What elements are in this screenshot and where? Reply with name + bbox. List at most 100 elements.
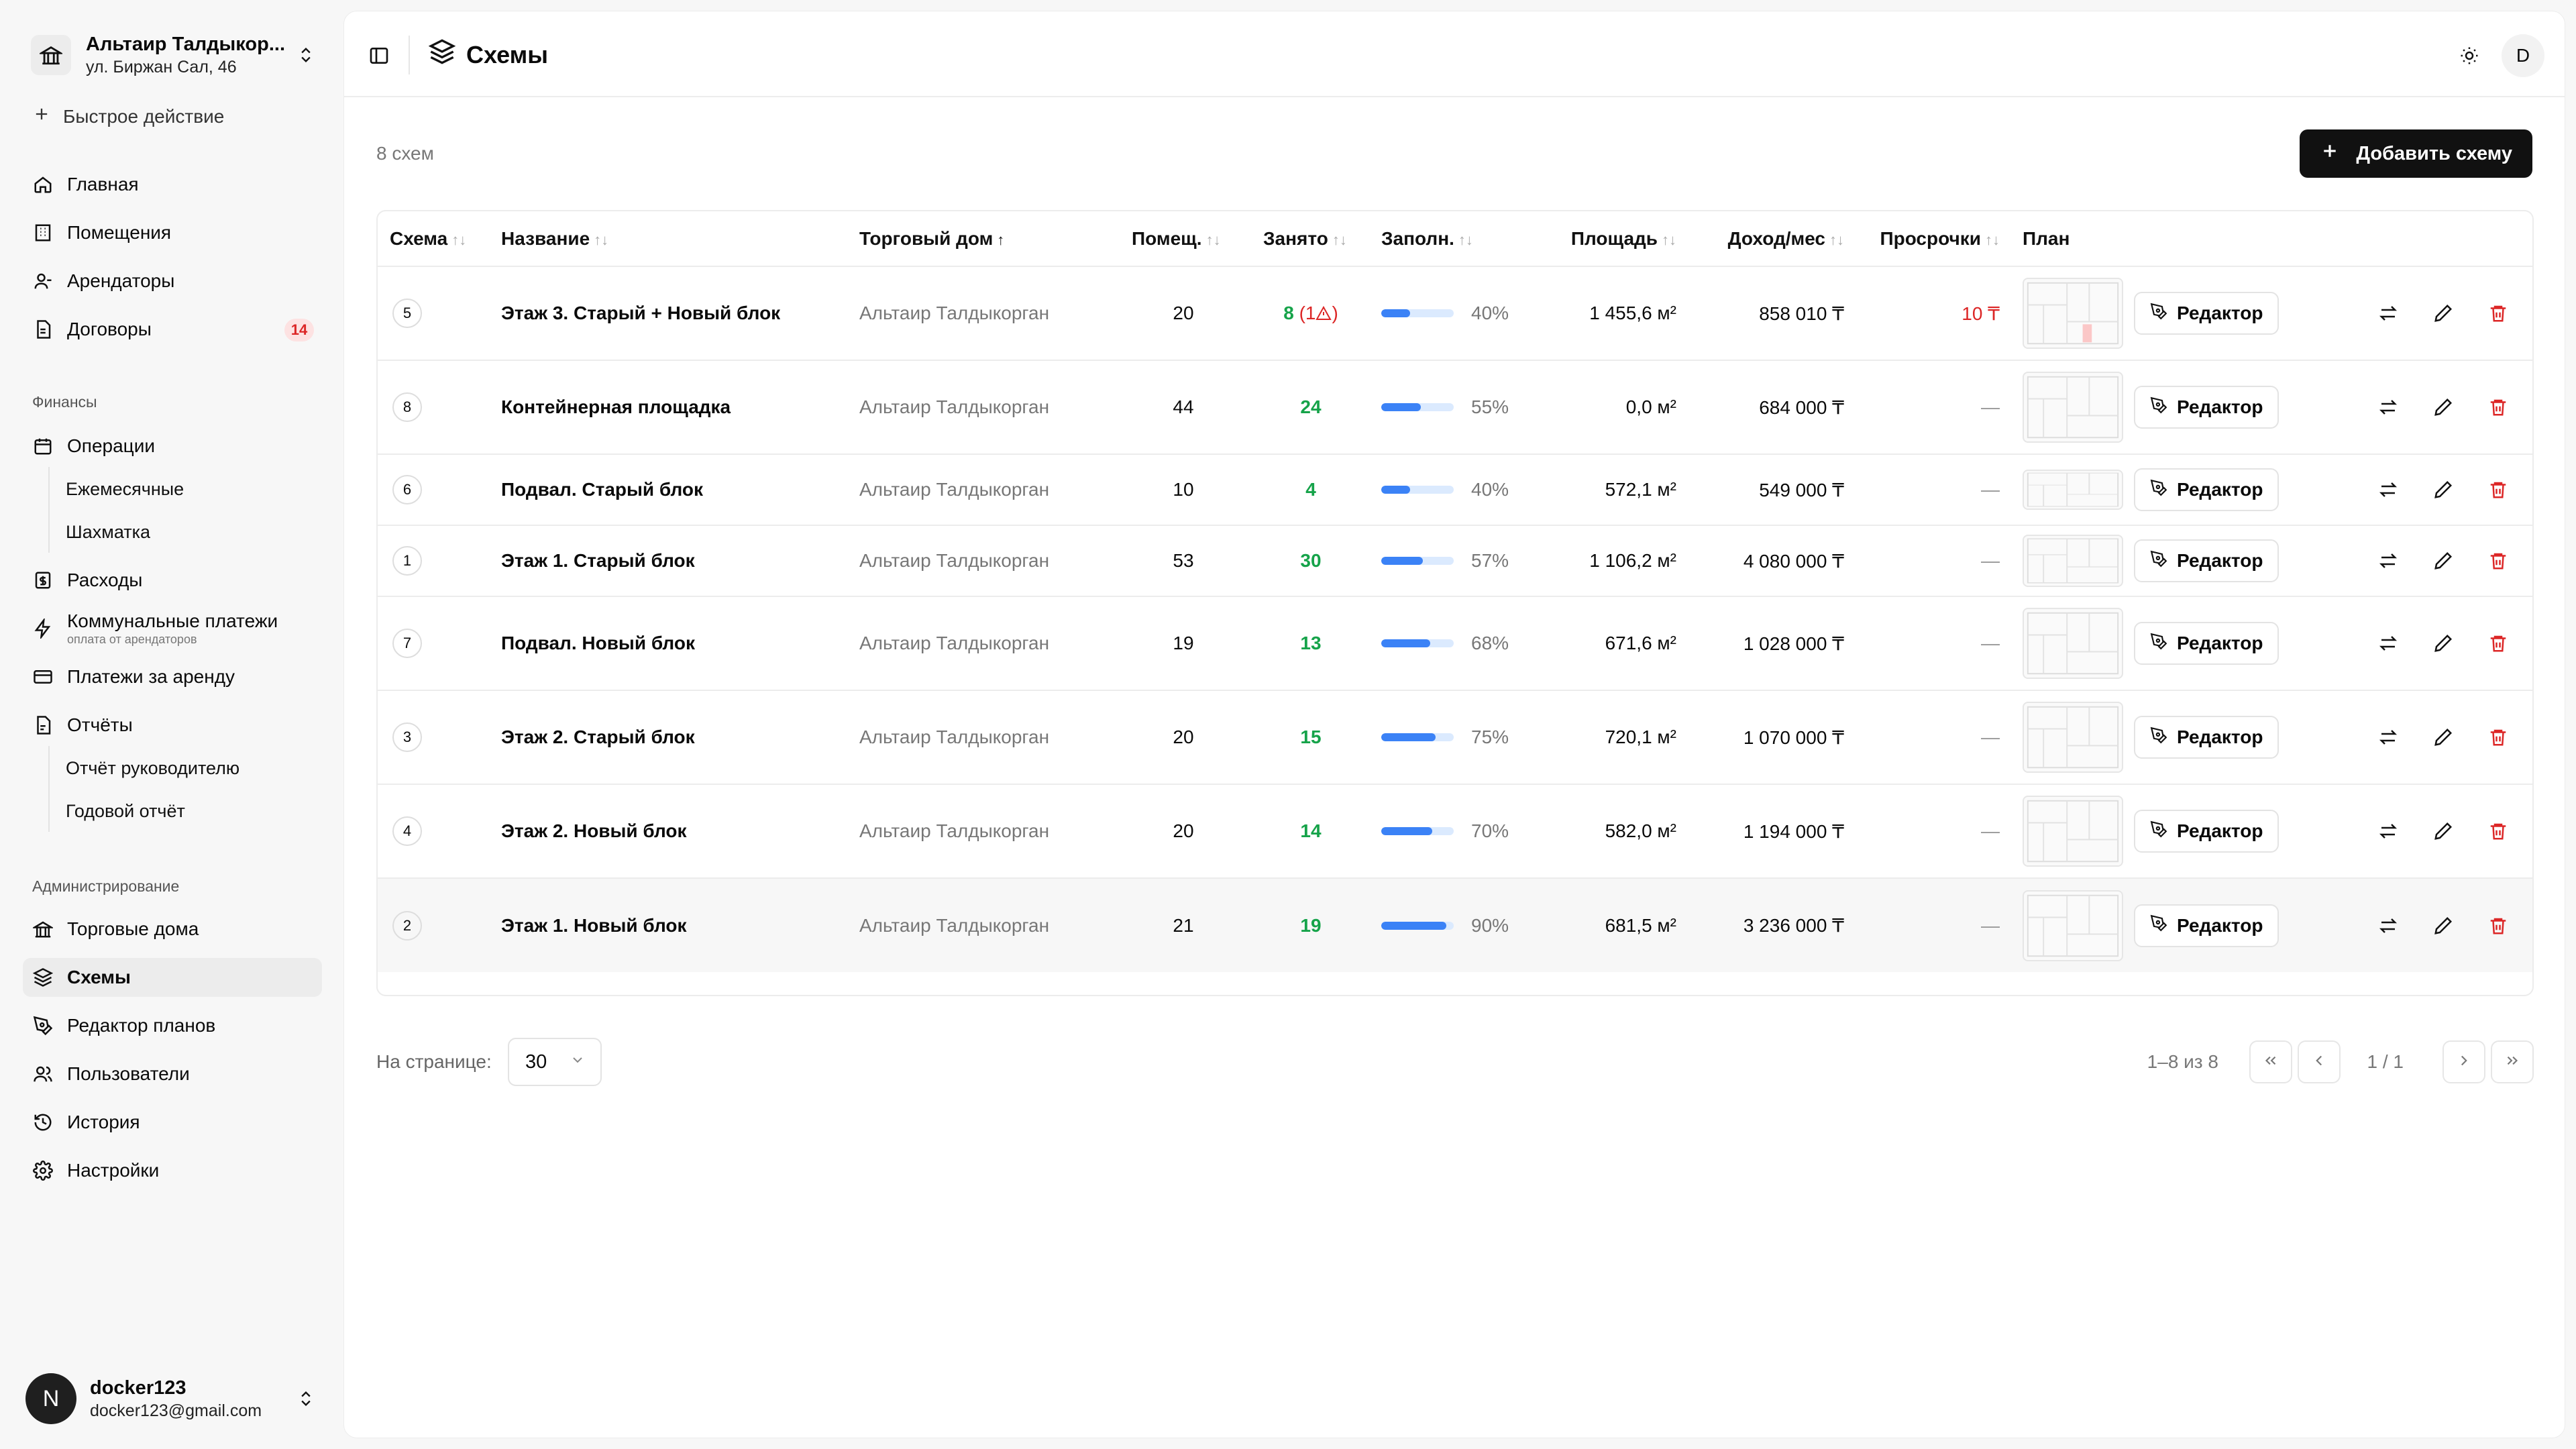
- open-editor-button[interactable]: Редактор: [2134, 468, 2279, 511]
- table-row[interactable]: 2 Этаж 1. Новый блок Альтаир Талдыкорган…: [378, 878, 2532, 972]
- org-switcher[interactable]: Альтаир Талдыкор... ул. Биржан Сал, 46: [23, 24, 325, 86]
- swap-icon[interactable]: [2375, 724, 2401, 750]
- chevrons-right-icon: [2504, 1052, 2521, 1073]
- column-header-name[interactable]: Название ↑↓: [484, 211, 842, 267]
- sun-icon: [2461, 47, 2478, 64]
- sidebar-item-reports[interactable]: Отчёты: [23, 706, 322, 745]
- overdue-value: —: [1981, 633, 2000, 653]
- table-row[interactable]: 4 Этаж 2. Новый блок Альтаир Талдыкорган…: [378, 784, 2532, 879]
- sidebar-item-tenants[interactable]: Арендаторы: [23, 262, 322, 301]
- contracts-count-badge: 14: [284, 319, 314, 341]
- column-header-rooms[interactable]: Помещ. ↑↓: [1116, 211, 1251, 267]
- sidebar-item-schemes[interactable]: Схемы: [23, 958, 322, 997]
- column-header-income[interactable]: Доход/мес ↑↓: [1680, 211, 1848, 267]
- theme-toggle-button[interactable]: [2455, 41, 2484, 70]
- plan-thumbnail[interactable]: [2023, 608, 2123, 679]
- open-editor-button[interactable]: Редактор: [2134, 622, 2279, 665]
- sidebar-item-rent-payments[interactable]: Платежи за аренду: [23, 657, 322, 696]
- table-row[interactable]: 1 Этаж 1. Старый блок Альтаир Талдыкорга…: [378, 525, 2532, 597]
- user-menu[interactable]: N docker123 docker123@gmail.com: [23, 1368, 325, 1429]
- sidebar-item-rooms[interactable]: Помещения: [23, 213, 322, 252]
- sidebar-subitem-annual-report[interactable]: Годовой отчёт: [66, 801, 185, 822]
- swap-icon[interactable]: [2375, 394, 2401, 420]
- plan-thumbnail[interactable]: [2023, 470, 2123, 510]
- sidebar-item-users[interactable]: Пользователи: [23, 1055, 322, 1093]
- pencil-icon[interactable]: [2430, 301, 2456, 326]
- rooms-count: 21: [1173, 914, 1194, 936]
- column-header-overdue[interactable]: Просрочки ↑↓: [1848, 211, 2006, 267]
- open-editor-button[interactable]: Редактор: [2134, 386, 2279, 429]
- first-page-button[interactable]: [2249, 1040, 2292, 1083]
- plan-thumbnail[interactable]: [2023, 278, 2123, 349]
- plan-thumbnail[interactable]: [2023, 890, 2123, 961]
- pencil-icon[interactable]: [2430, 913, 2456, 938]
- column-header-fill[interactable]: Заполн. ↑↓: [1371, 211, 1519, 267]
- fill-bar: [1381, 733, 1454, 741]
- trash-icon[interactable]: [2485, 818, 2511, 844]
- swap-icon[interactable]: [2375, 477, 2401, 502]
- trash-icon[interactable]: [2485, 631, 2511, 656]
- sidebar-item-plan-editor[interactable]: Редактор планов: [23, 1006, 322, 1045]
- table-row[interactable]: 7 Подвал. Новый блок Альтаир Талдыкорган…: [378, 596, 2532, 691]
- sidebar-item-utilities[interactable]: Коммунальные платежи оплата от арендатор…: [23, 609, 322, 648]
- add-scheme-button[interactable]: Добавить схему: [2300, 129, 2532, 178]
- open-editor-button[interactable]: Редактор: [2134, 716, 2279, 759]
- sidebar-item-expenses[interactable]: Расходы: [23, 561, 322, 600]
- swap-icon[interactable]: [2375, 913, 2401, 938]
- per-page-select[interactable]: 30: [508, 1038, 602, 1086]
- trash-icon[interactable]: [2485, 548, 2511, 574]
- pencil-icon[interactable]: [2430, 548, 2456, 574]
- pencil-icon[interactable]: [2430, 394, 2456, 420]
- sidebar-item-operations[interactable]: Операции: [23, 427, 322, 466]
- sidebar-item-contracts[interactable]: Договоры 14: [23, 310, 322, 349]
- trash-icon[interactable]: [2485, 913, 2511, 938]
- pencil-icon[interactable]: [2430, 631, 2456, 656]
- trash-icon[interactable]: [2485, 394, 2511, 420]
- pencil-icon[interactable]: [2430, 818, 2456, 844]
- sidebar-toggle-button[interactable]: [364, 41, 394, 70]
- swap-icon[interactable]: [2375, 548, 2401, 574]
- table-row[interactable]: 3 Этаж 2. Старый блок Альтаир Талдыкорга…: [378, 690, 2532, 785]
- occupied-count: 13: [1300, 633, 1322, 653]
- swap-icon[interactable]: [2375, 301, 2401, 326]
- swap-icon[interactable]: [2375, 631, 2401, 656]
- open-editor-button[interactable]: Редактор: [2134, 292, 2279, 335]
- sidebar-item-label: Коммунальные платежи: [67, 610, 278, 631]
- fill-percent: 57%: [1471, 550, 1509, 571]
- sidebar-subitem-chess[interactable]: Шахматка: [66, 522, 150, 543]
- trash-icon[interactable]: [2485, 724, 2511, 750]
- sidebar-subitem-manager-report[interactable]: Отчёт руководителю: [66, 758, 239, 779]
- quick-action-button[interactable]: Быстрое действие: [32, 105, 224, 128]
- fill-bar: [1381, 309, 1454, 317]
- open-editor-button[interactable]: Редактор: [2134, 810, 2279, 853]
- plan-thumbnail[interactable]: [2023, 535, 2123, 587]
- avatar[interactable]: D: [2502, 34, 2544, 77]
- trash-icon[interactable]: [2485, 477, 2511, 502]
- sidebar-item-home[interactable]: Главная: [23, 165, 322, 204]
- open-editor-button[interactable]: Редактор: [2134, 904, 2279, 947]
- plan-thumbnail[interactable]: [2023, 796, 2123, 867]
- pencil-icon[interactable]: [2430, 724, 2456, 750]
- plan-thumbnail[interactable]: [2023, 372, 2123, 443]
- plan-thumbnail[interactable]: [2023, 702, 2123, 773]
- swap-icon[interactable]: [2375, 818, 2401, 844]
- editor-label: Редактор: [2177, 914, 2263, 936]
- trash-icon[interactable]: [2485, 301, 2511, 326]
- prev-page-button[interactable]: [2298, 1040, 2341, 1083]
- table-row[interactable]: 5 Этаж 3. Старый + Новый блок Альтаир Та…: [378, 266, 2532, 361]
- column-header-house[interactable]: Торговый дом ↑: [842, 211, 1116, 267]
- table-row[interactable]: 8 Контейнерная площадка Альтаир Талдыкор…: [378, 360, 2532, 455]
- open-editor-button[interactable]: Редактор: [2134, 539, 2279, 582]
- next-page-button[interactable]: [2443, 1040, 2485, 1083]
- sidebar-item-trade-houses[interactable]: Торговые дома: [23, 910, 322, 949]
- sidebar-item-history[interactable]: История: [23, 1103, 322, 1142]
- sidebar-item-settings[interactable]: Настройки: [23, 1151, 322, 1190]
- last-page-button[interactable]: [2491, 1040, 2534, 1083]
- column-header-scheme[interactable]: Схема ↑↓: [378, 211, 484, 267]
- pencil-icon[interactable]: [2430, 477, 2456, 502]
- column-header-occupied[interactable]: Занято ↑↓: [1251, 211, 1371, 267]
- sidebar-subitem-monthly[interactable]: Ежемесячные: [66, 479, 184, 500]
- main-panel: Схемы D 8 схем Добавить схему Схема ↑↓ На…: [343, 11, 2565, 1438]
- column-header-area[interactable]: Площадь ↑↓: [1519, 211, 1680, 267]
- table-row[interactable]: 6 Подвал. Старый блок Альтаир Талдыкорга…: [378, 454, 2532, 526]
